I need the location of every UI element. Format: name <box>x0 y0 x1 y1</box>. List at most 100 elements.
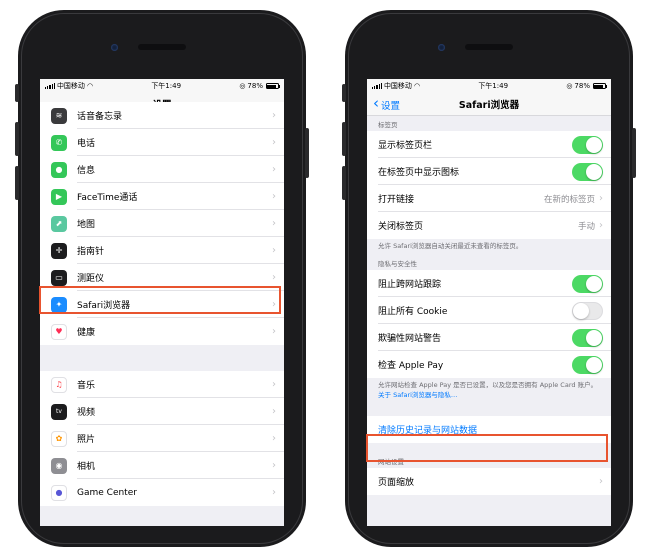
settings-row-label: 指南针 <box>77 247 105 257</box>
toggle-switch[interactable] <box>572 328 603 347</box>
settings-row-safari[interactable]: ✦ Safari浏览器 › <box>40 291 284 318</box>
settings-row-music[interactable]: ♫ 音乐 › <box>40 371 284 398</box>
settings-row[interactable]: 打开链接 在新的标签页 › <box>367 185 611 212</box>
privacy-footer-note: 允许网站检查 Apple Pay 是否已设置，以及您是否拥有 Apple Car… <box>367 378 611 405</box>
power-button <box>632 128 636 178</box>
status-bar: 中国移动 ◠ 下午1:49 ◎ 78% <box>367 79 611 93</box>
toggle-knob <box>586 329 602 346</box>
status-bar: 中国移动 ◠ 下午1:49 ◎ 78% <box>40 79 284 93</box>
toggle-knob <box>586 356 602 373</box>
right-screen: 中国移动 ◠ 下午1:49 ◎ 78% ‹ 设置 Safari浏览器 标签页 显… <box>367 79 611 526</box>
maps-icon: ⬈ <box>51 215 67 232</box>
toggle-switch[interactable] <box>572 274 603 293</box>
toggle-knob <box>586 163 602 180</box>
privacy-settings-group: 阻止跨网站跟踪阻止所有 Cookie 欺骗性网站警告 检查 Apple Pay <box>367 270 611 379</box>
power-button <box>305 128 309 178</box>
chevron-right-icon: › <box>272 460 276 471</box>
facetime-icon: ▶ <box>51 188 67 205</box>
tabs-settings-group: 显示标签页栏在标签页中显示图标打开链接 在新的标签页 › 关闭标签页 手动 › <box>367 131 611 239</box>
settings-row-label: 显示标签页栏 <box>378 141 433 151</box>
group-gap <box>40 345 284 371</box>
chevron-right-icon: › <box>599 220 603 231</box>
settings-row-label: 话音备忘录 <box>77 112 123 122</box>
group-gap <box>367 404 611 416</box>
settings-row-label: 欺骗性网站警告 <box>378 334 442 345</box>
settings-row-facetime[interactable]: ▶ FaceTime通话 › <box>40 183 284 210</box>
settings-row-camera[interactable]: ◉ 相机 › <box>40 452 284 479</box>
back-button-label: 设置 <box>381 100 401 112</box>
privacy-footer-text: 允许网站检查 Apple Pay 是否已设置，以及您是否拥有 Apple Car… <box>378 381 598 390</box>
chevron-left-icon: ‹ <box>373 94 379 112</box>
privacy-info-link[interactable]: 关于 Safari浏览器与隐私… <box>378 391 600 400</box>
section-header-website: 网站设置 <box>367 453 611 469</box>
chevron-right-icon: › <box>272 218 276 229</box>
settings-row-label: 检查 Apple Pay <box>378 361 444 372</box>
tv-icon: tv <box>51 403 67 420</box>
settings-row-label: 阻止跨网站跟踪 <box>378 280 442 291</box>
settings-row-value: 在新的标签页 <box>543 194 595 205</box>
settings-row: 在标签页中显示图标 <box>367 158 611 185</box>
toggle-switch[interactable] <box>572 135 603 154</box>
settings-row-tv[interactable]: tv 视频 › <box>40 398 284 425</box>
chevron-right-icon: › <box>272 191 276 202</box>
chevron-right-icon: › <box>272 245 276 256</box>
settings-row-label: FaceTime通话 <box>77 193 138 203</box>
battery-icon <box>265 83 281 89</box>
cellular-signal-icon <box>372 83 382 89</box>
settings-row[interactable]: 关闭标签页 手动 › <box>367 212 611 239</box>
battery-icon <box>592 83 608 89</box>
earpiece-speaker <box>138 44 186 50</box>
battery-percent: 78% <box>247 82 263 90</box>
settings-row-photos[interactable]: ✿ 照片 › <box>40 425 284 452</box>
left-screen: 中国移动 ◠ 下午1:49 ◎ 78% 设置 ≋话音备忘录›✆电话›●信息›▶F… <box>40 79 284 526</box>
chevron-right-icon: › <box>272 433 276 444</box>
toggle-switch[interactable] <box>572 301 603 320</box>
volume-down-button <box>15 166 19 200</box>
settings-row: 欺骗性网站警告 <box>367 324 611 352</box>
nav-bar: ‹ 设置 Safari浏览器 <box>367 93 611 116</box>
toggle-switch[interactable] <box>572 355 603 374</box>
music-icon: ♫ <box>51 376 67 393</box>
chevron-right-icon: › <box>272 487 276 498</box>
settings-row: 阻止所有 Cookie <box>367 297 611 325</box>
wifi-icon: ◠ <box>86 82 94 90</box>
front-camera-icon <box>438 44 445 51</box>
game-center-icon: ● <box>51 484 67 501</box>
settings-row-label: 音乐 <box>77 381 96 391</box>
cellular-signal-icon <box>45 83 55 89</box>
settings-row-label: 在标签页中显示图标 <box>378 168 460 178</box>
settings-row-label: 视频 <box>77 408 96 418</box>
settings-row-measure[interactable]: ▭ 测距仪 › <box>40 264 284 291</box>
settings-row[interactable]: 页面缩放 › <box>367 468 611 496</box>
left-phone-frame: 中国移动 ◠ 下午1:49 ◎ 78% 设置 ≋话音备忘录›✆电话›●信息›▶F… <box>15 10 309 547</box>
settings-row-health[interactable]: ♥ 健康 › <box>40 318 284 345</box>
volume-up-button <box>342 122 346 156</box>
toggle-switch[interactable] <box>572 162 603 181</box>
measure-icon: ▭ <box>51 269 67 286</box>
toggle-knob <box>573 302 589 319</box>
chevron-right-icon: › <box>272 406 276 417</box>
chevron-right-icon: › <box>272 379 276 390</box>
settings-row-label: 电话 <box>77 139 96 149</box>
settings-row-compass[interactable]: ✛ 指南针 › <box>40 237 284 264</box>
website-settings-group: 页面缩放 › <box>367 468 611 496</box>
safari-icon: ✦ <box>51 296 67 313</box>
settings-row-messages[interactable]: ● 信息 › <box>40 156 284 183</box>
settings-row-phone[interactable]: ✆ 电话 › <box>40 129 284 156</box>
settings-row-game-center[interactable]: ● Game Center › <box>40 479 284 506</box>
chevron-right-icon: › <box>272 326 276 337</box>
section-header-tabs: 标签页 <box>367 116 611 131</box>
front-camera-icon <box>111 44 118 51</box>
health-icon: ♥ <box>51 323 67 340</box>
status-time: 下午1:49 <box>151 82 182 90</box>
settings-row: 阻止跨网站跟踪 <box>367 270 611 298</box>
settings-row-maps[interactable]: ⬈ 地图 › <box>40 210 284 237</box>
settings-row-value: 手动 <box>577 221 595 232</box>
settings-group-media: ♫ 音乐 › tv 视频 › ✿ 照片 › ◉ 相机 › ● Game Center › <box>40 371 284 506</box>
chevron-right-icon: › <box>272 110 276 121</box>
settings-row-voice-memo[interactable]: ≋ 话音备忘录 › <box>40 102 284 129</box>
orientation-lock-icon: ◎ <box>239 82 246 90</box>
settings-row-label: 关闭标签页 <box>378 222 424 232</box>
back-button[interactable]: ‹ 设置 <box>373 93 400 116</box>
clear-history-button[interactable]: 清除历史记录与网站数据 <box>367 416 611 444</box>
